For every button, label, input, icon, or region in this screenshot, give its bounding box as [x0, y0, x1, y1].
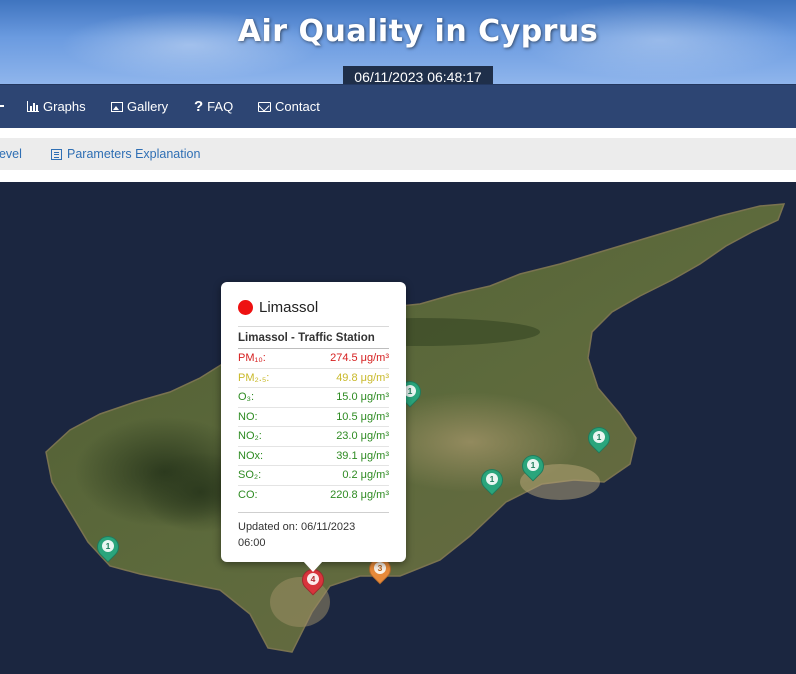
station-marker-selected[interactable]: 4	[297, 564, 329, 601]
station-marker[interactable]: 3	[364, 553, 396, 590]
marker-count: 1	[527, 459, 539, 471]
nav-label: Contact	[275, 99, 320, 114]
popup-city: Limassol	[259, 298, 319, 316]
reading-row: CO: 220.8 μg/m³	[238, 484, 389, 505]
subnav-label: Level	[0, 147, 22, 161]
reading-row: NOx: 39.1 μg/m³	[238, 445, 389, 466]
reading-param: SO₂:	[238, 469, 262, 481]
marker-count: 3	[374, 562, 386, 574]
station-marker[interactable]: 1	[517, 450, 549, 487]
station-name: Limassol - Traffic Station	[238, 332, 375, 344]
subnav-item-level[interactable]: Level	[0, 147, 22, 161]
main-navbar: Graphs Gallery ? FAQ Contact	[0, 84, 796, 128]
question-icon: ?	[194, 97, 204, 115]
divider	[238, 326, 389, 327]
nav-item-graphs[interactable]: Graphs	[27, 99, 86, 114]
reading-row: O₃: 15.0 μg/m³	[238, 387, 389, 407]
truncated-nav-item[interactable]	[0, 105, 4, 107]
reading-value: 49.8 μg/m³	[336, 371, 389, 384]
reading-row: PM₂.₅: 49.8 μg/m³	[238, 367, 389, 388]
image-icon	[111, 101, 123, 112]
reading-param: NO:	[238, 410, 258, 423]
station-marker[interactable]: 1	[476, 464, 508, 501]
readings-table: PM₁₀: 274.5 μg/m³ PM₂.₅: 49.8 μg/m³ O₃: 15.0 …	[238, 348, 389, 504]
bar-chart-icon	[27, 101, 39, 112]
marker-count: 1	[593, 431, 605, 443]
updated-label: Updated on: 06/11/2023	[238, 521, 356, 533]
nav-label: Gallery	[127, 99, 169, 114]
reading-value: 39.1 μg/m³	[336, 449, 389, 462]
reading-row: NO: 10.5 μg/m³	[238, 406, 389, 427]
reading-value: 0.2 μg/m³	[342, 469, 389, 481]
sub-navbar: Level Parameters Explanation	[0, 138, 796, 170]
current-datetime: 06/11/2023 06:48:17	[343, 66, 493, 84]
popup-header: Limassol	[238, 296, 389, 318]
status-dot-icon	[238, 299, 253, 315]
header-banner: Air Quality in Cyprus 06/11/2023 06:48:1…	[0, 0, 796, 84]
marker-count: 1	[102, 540, 114, 552]
nav-item-contact[interactable]: Contact	[258, 99, 320, 114]
site-title: Air Quality in Cyprus	[237, 14, 599, 49]
station-popup: Limassol Limassol - Traffic Station PM₁₀…	[221, 282, 406, 562]
reading-value: 15.0 μg/m³	[336, 391, 389, 403]
reading-value: 274.5 μg/m³	[330, 352, 389, 364]
subnav-item-parameters[interactable]: Parameters Explanation	[51, 147, 200, 161]
reading-param: PM₁₀:	[238, 352, 266, 364]
reading-row: PM₁₀: 274.5 μg/m³	[238, 348, 389, 368]
reading-param: PM₂.₅:	[238, 371, 270, 384]
nav-label: Graphs	[43, 99, 86, 114]
reading-param: CO:	[238, 488, 258, 501]
nav-label: FAQ	[207, 99, 234, 114]
station-marker[interactable]: 1	[583, 422, 615, 459]
marker-count: 1	[486, 473, 498, 485]
reading-row: SO₂: 0.2 μg/m³	[238, 465, 389, 485]
nav-item-faq[interactable]: ? FAQ	[194, 97, 234, 115]
reading-param: NOx:	[238, 449, 264, 462]
reading-param: O₃:	[238, 391, 255, 403]
list-icon	[51, 148, 62, 160]
updated-info: Updated on: 06/11/2023 06:00	[238, 512, 389, 551]
marker-count: 4	[307, 573, 319, 585]
popup-pointer	[303, 561, 323, 572]
subnav-label: Parameters Explanation	[67, 147, 201, 161]
reading-value: 10.5 μg/m³	[336, 410, 389, 423]
reading-value: 23.0 μg/m³	[336, 430, 389, 442]
nav-item-gallery[interactable]: Gallery	[111, 99, 168, 114]
envelope-icon	[258, 101, 271, 112]
station-marker[interactable]: 1	[92, 531, 124, 568]
reading-value: 220.8 μg/m³	[330, 488, 389, 501]
reading-param: NO₂:	[238, 430, 262, 442]
reading-row: NO₂: 23.0 μg/m³	[238, 426, 389, 446]
updated-time: 06:00	[238, 537, 266, 549]
